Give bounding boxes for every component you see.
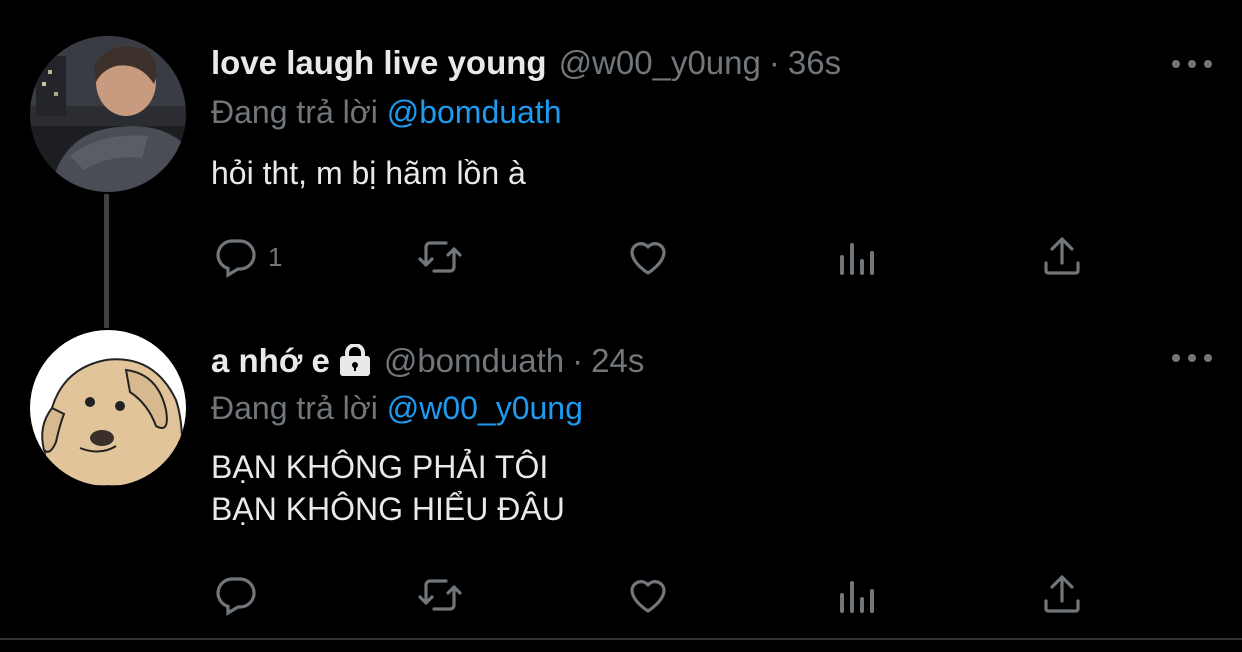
tweet-header: a nhớ e @bomduath · 24s [211, 340, 644, 380]
display-name[interactable]: love laugh live young [211, 44, 547, 82]
avatar[interactable] [30, 36, 186, 192]
retweet-button[interactable] [416, 570, 464, 620]
action-bar: 1 [212, 232, 1092, 282]
like-icon [630, 580, 666, 613]
user-handle[interactable]: @w00_y0ung [559, 44, 761, 82]
tweet-header: love laugh live young @w00_y0ung · 36s [211, 44, 841, 82]
share-icon [1044, 237, 1080, 275]
separator: · [572, 342, 584, 379]
lock-icon [338, 343, 372, 376]
reply-button[interactable]: 1 [212, 232, 282, 282]
like-button[interactable] [624, 570, 672, 620]
like-button[interactable] [624, 232, 672, 282]
display-name[interactable]: a nhớ e [211, 342, 330, 380]
user-handle[interactable]: @bomduath [384, 342, 564, 380]
retweet-icon [418, 241, 462, 273]
more-icon[interactable] [1172, 348, 1212, 368]
like-icon [630, 242, 666, 275]
tweet-text: BẠN KHÔNG PHẢI TÔI BẠN KHÔNG HIỂU ĐÂU [211, 446, 565, 530]
reply-icon [216, 239, 256, 278]
views-button[interactable] [832, 232, 880, 282]
action-bar [212, 570, 1092, 620]
views-button[interactable] [832, 570, 880, 620]
tweet-thread: love laugh live young @w00_y0ung · 36s Đ… [0, 0, 1242, 652]
reply-prefix: Đang trả lời [211, 390, 378, 426]
tweet-text-line: BẠN KHÔNG HIỂU ĐÂU [211, 491, 565, 527]
reply-count: 1 [268, 241, 283, 272]
reply-button[interactable] [212, 570, 268, 620]
share-button[interactable] [1038, 570, 1086, 620]
views-icon [840, 243, 874, 275]
separator: · [768, 44, 780, 81]
reply-mention-link[interactable]: @bomduath [387, 94, 562, 130]
thread-connector [104, 194, 109, 328]
tweet[interactable]: love laugh live young @w00_y0ung · 36s Đ… [0, 0, 1242, 330]
retweet-button[interactable] [416, 232, 464, 282]
tweet[interactable]: a nhớ e @bomduath · 24s Đang trả lời @w0… [0, 330, 1242, 640]
replying-to: Đang trả lời @bomduath [211, 94, 562, 131]
replying-to: Đang trả lời @w00_y0ung [211, 390, 583, 427]
share-button[interactable] [1038, 232, 1086, 282]
timestamp[interactable]: 24s [591, 342, 644, 380]
timestamp[interactable]: 36s [788, 44, 841, 82]
retweet-icon [418, 579, 462, 611]
reply-icon [216, 577, 256, 616]
tweet-text-line: BẠN KHÔNG PHẢI TÔI [211, 449, 549, 485]
share-icon [1044, 575, 1080, 613]
reply-prefix: Đang trả lời [211, 94, 378, 130]
reply-mention-link[interactable]: @w00_y0ung [387, 390, 583, 426]
views-icon [840, 581, 874, 613]
divider [0, 638, 1242, 640]
tweet-text: hỏi tht, m bị hãm lồn à [211, 152, 526, 194]
more-icon[interactable] [1172, 54, 1212, 74]
avatar[interactable] [30, 330, 186, 486]
tweet-text-line: hỏi tht, m bị hãm lồn à [211, 155, 526, 191]
